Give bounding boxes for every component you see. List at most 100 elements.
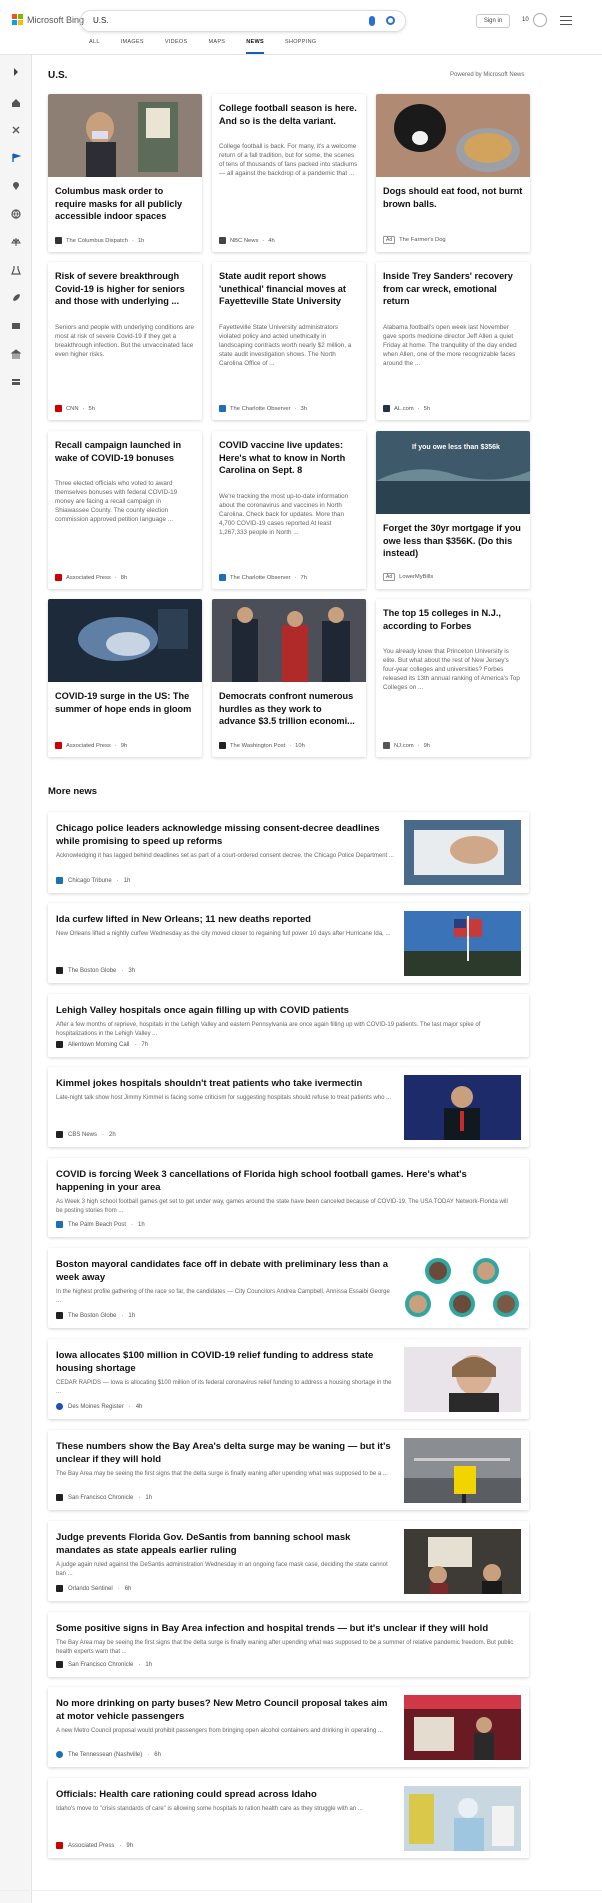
item-description: Acknowledging it has lagged behind deadl… (56, 853, 394, 859)
tab-news[interactable]: NEWS (246, 38, 264, 54)
source-logo (219, 405, 226, 412)
item-headline[interactable]: Lehigh Valley hospitals once again filli… (56, 1004, 516, 1017)
source-time: 1h (123, 877, 131, 884)
item-source: Chicago Tribune · 1h (56, 877, 130, 884)
card-headline[interactable]: Columbus mask order to require masks for… (55, 185, 195, 223)
source-logo (56, 1312, 63, 1319)
source-name: Associated Press (68, 1842, 115, 1849)
card-headline[interactable]: Democrats confront numerous hurdles as t… (219, 690, 359, 728)
source-time: 4h (135, 1403, 143, 1410)
item-headline[interactable]: Judge prevents Florida Gov. DeSantis fro… (56, 1531, 396, 1557)
card-headline[interactable]: The top 15 colleges in N.J., according t… (383, 607, 523, 632)
card-headline[interactable]: COVID vaccine live updates: Here's what … (219, 439, 359, 477)
source-logo (56, 877, 63, 884)
card-headline[interactable]: Dogs should eat food, not burnt brown ba… (383, 185, 523, 210)
more-news-item[interactable]: Judge prevents Florida Gov. DeSantis fro… (48, 1521, 529, 1601)
news-card[interactable]: COVID-19 surge in the US: The summer of … (48, 599, 202, 757)
ad-card[interactable]: If you owe less than $356k Forget the 30… (376, 431, 530, 589)
item-headline[interactable]: COVID is forcing Week 3 cancellations of… (56, 1168, 516, 1194)
source-name: The Columbus Dispatch (66, 237, 128, 244)
item-headline[interactable]: Iowa allocates $100 million in COVID-19 … (56, 1349, 396, 1375)
more-news-item[interactable]: These numbers show the Bay Area's delta … (48, 1430, 529, 1510)
tab-all[interactable]: ALL (89, 38, 100, 54)
news-card[interactable]: Democrats confront numerous hurdles as t… (212, 599, 366, 757)
hamburger-menu-icon[interactable] (560, 16, 572, 25)
bank-icon[interactable] (11, 349, 21, 359)
item-headline[interactable]: Kimmel jokes hospitals shouldn't treat p… (56, 1077, 396, 1090)
card-headline[interactable]: Forget the 30yr mortgage if you owe less… (383, 522, 523, 560)
card-headline[interactable]: Inside Trey Sanders' recovery from car w… (383, 270, 523, 308)
source-logo (55, 742, 62, 749)
source-name: Associated Press (66, 742, 111, 749)
card-headline[interactable]: Recall campaign launched in wake of COVI… (55, 439, 195, 464)
card-icon[interactable] (11, 377, 21, 387)
news-card[interactable]: College football season is here. And so … (212, 94, 366, 252)
news-card[interactable]: Columbus mask order to require masks for… (48, 94, 202, 252)
source-time: 8h (120, 574, 128, 581)
item-source: CBS News · 2h (56, 1131, 116, 1138)
microphone-icon[interactable] (369, 16, 375, 26)
search-box[interactable]: U.S. (80, 10, 406, 32)
more-news-item[interactable]: Boston mayoral candidates face off in de… (48, 1248, 529, 1328)
search-icon[interactable] (386, 16, 395, 25)
home-icon[interactable] (11, 98, 21, 108)
more-news-item[interactable]: Lehigh Valley hospitals once again filli… (48, 994, 529, 1057)
tab-maps[interactable]: MAPS (208, 38, 225, 54)
sign-in-button[interactable]: Sign in (476, 14, 510, 28)
more-news-item[interactable]: COVID is forcing Week 3 cancellations of… (48, 1158, 529, 1237)
news-card[interactable]: Recall campaign launched in wake of COVI… (48, 431, 202, 589)
source-name: AL.com (394, 405, 414, 412)
news-card[interactable]: Risk of severe breakthrough Covid-19 is … (48, 262, 202, 420)
card-headline[interactable]: College football season is here. And so … (219, 102, 359, 127)
card-headline[interactable]: Risk of severe breakthrough Covid-19 is … (55, 270, 195, 308)
beaker-icon[interactable] (11, 265, 21, 275)
news-card[interactable]: The top 15 colleges in N.J., according t… (376, 599, 530, 757)
more-news-item[interactable]: Ida curfew lifted in New Orleans; 11 new… (48, 903, 529, 983)
tab-images[interactable]: IMAGES (121, 38, 144, 54)
item-source: Associated Press · 9h (56, 1842, 133, 1849)
rewards-points[interactable]: 10 (522, 17, 529, 23)
sparkle-icon[interactable] (11, 125, 21, 135)
more-news-item[interactable]: Officials: Health care rationing could s… (48, 1778, 529, 1858)
item-description: CEDAR RAPIDS — Iowa is allocating $100 m… (56, 1380, 392, 1395)
source-name: NBC News (230, 237, 259, 244)
item-source: Allentown Morning Call · 7h (56, 1041, 148, 1048)
item-headline[interactable]: No more drinking on party buses? New Met… (56, 1697, 396, 1723)
more-news-item[interactable]: Chicago police leaders acknowledge missi… (48, 812, 529, 893)
rocket-icon[interactable] (11, 293, 21, 303)
scale-icon[interactable] (11, 237, 21, 247)
search-input[interactable]: U.S. (93, 16, 109, 25)
item-headline[interactable]: Ida curfew lifted in New Orleans; 11 new… (56, 913, 396, 926)
card-headline[interactable]: COVID-19 surge in the US: The summer of … (55, 690, 195, 715)
item-headline[interactable]: Officials: Health care rationing could s… (56, 1788, 396, 1801)
tab-videos[interactable]: VIDEOS (165, 38, 188, 54)
news-card[interactable]: State audit report shows 'unethical' fin… (212, 262, 366, 420)
item-image (404, 1256, 521, 1321)
more-news-item[interactable]: Kimmel jokes hospitals shouldn't treat p… (48, 1067, 529, 1147)
flag-icon[interactable] (11, 153, 21, 163)
item-source: The Boston Globe · 3h (56, 967, 135, 974)
card-description: We're tracking the most up-to-date infor… (219, 493, 349, 536)
globe-icon[interactable] (11, 209, 21, 219)
card-source: The Columbus Dispatch · 1h (55, 237, 144, 244)
news-card[interactable]: COVID vaccine live updates: Here's what … (212, 431, 366, 589)
ad-badge: Ad (383, 236, 396, 244)
item-headline[interactable]: Chicago police leaders acknowledge missi… (56, 822, 396, 848)
item-headline[interactable]: These numbers show the Bay Area's delta … (56, 1440, 396, 1466)
news-card[interactable]: Inside Trey Sanders' recovery from car w… (376, 262, 530, 420)
tab-shopping[interactable]: SHOPPING (285, 38, 316, 54)
film-icon[interactable] (11, 321, 21, 331)
card-headline[interactable]: State audit report shows 'unethical' fin… (219, 270, 359, 308)
more-news-item[interactable]: Some positive signs in Bay Area infectio… (48, 1612, 529, 1677)
ad-card[interactable]: Dogs should eat food, not burnt brown ba… (376, 94, 530, 252)
card-source: The Charlotte Observer · 7h (219, 574, 307, 581)
more-news-item[interactable]: Iowa allocates $100 million in COVID-19 … (48, 1339, 529, 1419)
item-headline[interactable]: Some positive signs in Bay Area infectio… (56, 1622, 516, 1635)
more-news-item[interactable]: No more drinking on party buses? New Met… (48, 1687, 529, 1767)
location-icon[interactable] (11, 181, 21, 191)
item-image (404, 911, 521, 976)
rewards-trophy-icon[interactable] (533, 13, 547, 27)
bing-logo[interactable]: Microsoft Bing (12, 14, 84, 25)
expand-icon[interactable] (11, 67, 21, 77)
item-headline[interactable]: Boston mayoral candidates face off in de… (56, 1258, 396, 1284)
